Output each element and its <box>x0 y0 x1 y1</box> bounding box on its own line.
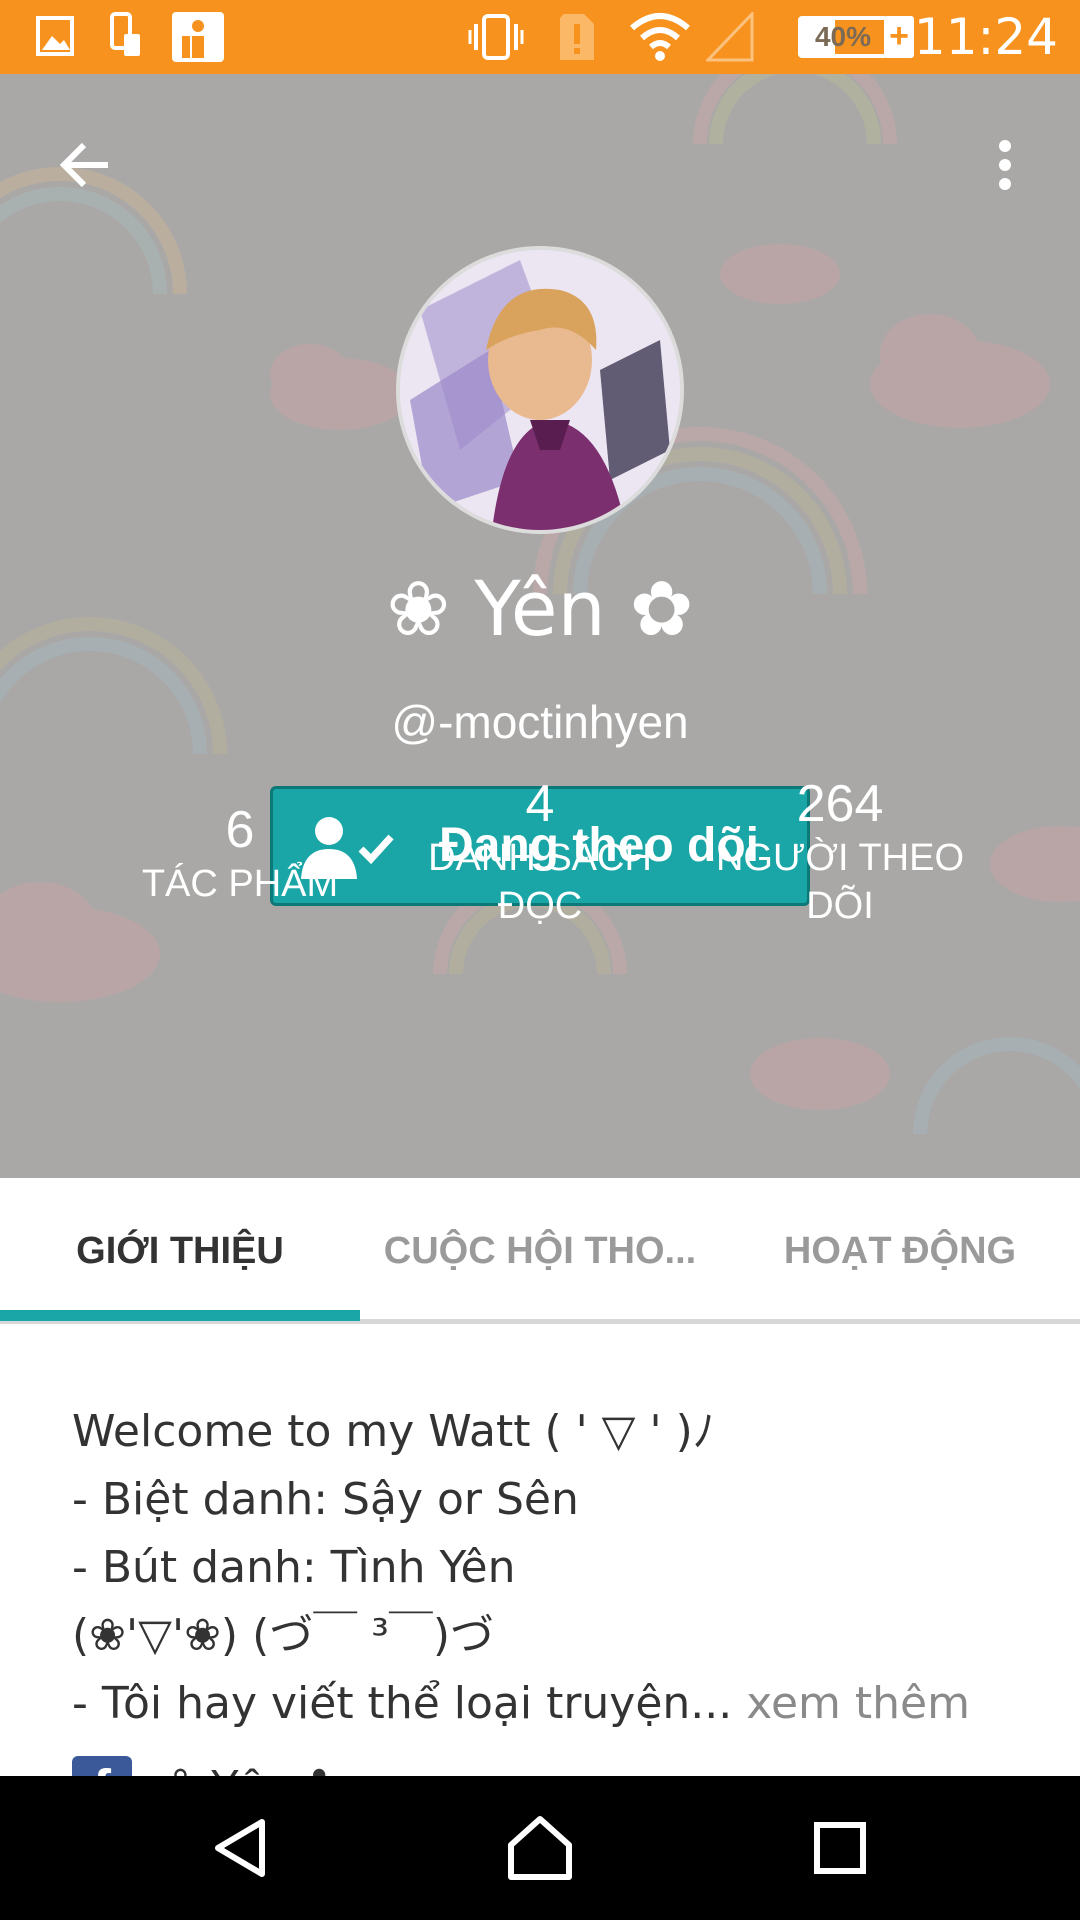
display-name: ❀ Yên ✿ <box>386 564 694 653</box>
stat-reading-lists-label: DANH SÁCH ĐỌC <box>428 837 652 927</box>
app-icon <box>172 12 224 67</box>
home-icon <box>508 1816 572 1880</box>
avatar[interactable] <box>396 246 684 534</box>
back-triangle-icon <box>215 1819 265 1877</box>
nav-recents-button[interactable] <box>790 1798 890 1898</box>
stat-reading-lists-value: 4 <box>525 775 555 833</box>
more-options-button[interactable] <box>960 120 1050 210</box>
stat-followers-value: 264 <box>796 775 884 833</box>
more-vertical-icon <box>999 140 1011 190</box>
recents-icon <box>814 1822 866 1874</box>
image-icon <box>36 12 74 65</box>
stat-works-value: 6 <box>225 801 255 859</box>
status-bar: 40% + 11:24 <box>0 0 1080 74</box>
about-line-text: - Tôi hay viết thể loại truyện... <box>72 1678 733 1729</box>
nav-back-button[interactable] <box>190 1798 290 1898</box>
username: @-moctinhyen <box>391 696 689 748</box>
about-line-last: - Tôi hay viết thể loại truyện... xem th… <box>72 1670 1022 1738</box>
stat-followers[interactable]: 264 NGƯỜI THEO DÕI <box>710 774 970 930</box>
see-more-link[interactable]: xem thêm <box>746 1678 970 1729</box>
system-nav-bar <box>0 1776 1080 1920</box>
avatar-image <box>400 250 680 530</box>
tab-activity[interactable]: HOẠT ĐỘNG <box>720 1178 1080 1319</box>
about-line: Welcome to my Watt ( ' ▽ ' )ﾉ <box>72 1406 715 1457</box>
charging-icon: + <box>884 16 914 58</box>
status-time: 11:24 <box>913 8 1058 66</box>
battery-percentage: 40% <box>814 21 872 52</box>
stat-works[interactable]: 6 TÁC PHẨM <box>120 800 360 908</box>
phone-icon <box>108 12 142 65</box>
stat-works-label: TÁC PHẨM <box>141 863 339 905</box>
tab-about[interactable]: GIỚI THIỆU <box>0 1178 360 1319</box>
vibrate-icon <box>468 12 524 67</box>
profile-header: ❀ Yên ✿ @-moctinhyen Đang theo dõi 6 TÁC… <box>0 74 1080 1178</box>
stat-followers-label: NGƯỜI THEO DÕI <box>715 837 965 927</box>
active-tab-indicator <box>0 1310 360 1321</box>
profile-tabs: GIỚI THIỆU CUỘC HỘI THO... HOẠT ĐỘNG <box>0 1178 1080 1324</box>
about-line: - Bút danh: Tình Yên <box>72 1542 516 1593</box>
battery-icon: 40% <box>798 16 888 58</box>
arrow-left-icon <box>60 142 108 188</box>
signal-icon <box>704 10 754 67</box>
about-line: - Biệt danh: Sậy or Sên <box>72 1474 579 1525</box>
alert-icon <box>558 12 596 67</box>
wifi-icon <box>630 12 690 67</box>
about-section: Welcome to my Watt ( ' ▽ ' )ﾉ - Biệt dan… <box>72 1398 1022 1738</box>
about-line: (❀'▽'❀) (づ￣ ³￣)づ <box>72 1610 495 1661</box>
nav-home-button[interactable] <box>490 1798 590 1898</box>
tab-conversations[interactable]: CUỘC HỘI THO... <box>360 1178 720 1319</box>
back-button[interactable] <box>40 120 130 210</box>
stat-reading-lists[interactable]: 4 DANH SÁCH ĐỌC <box>410 774 670 930</box>
